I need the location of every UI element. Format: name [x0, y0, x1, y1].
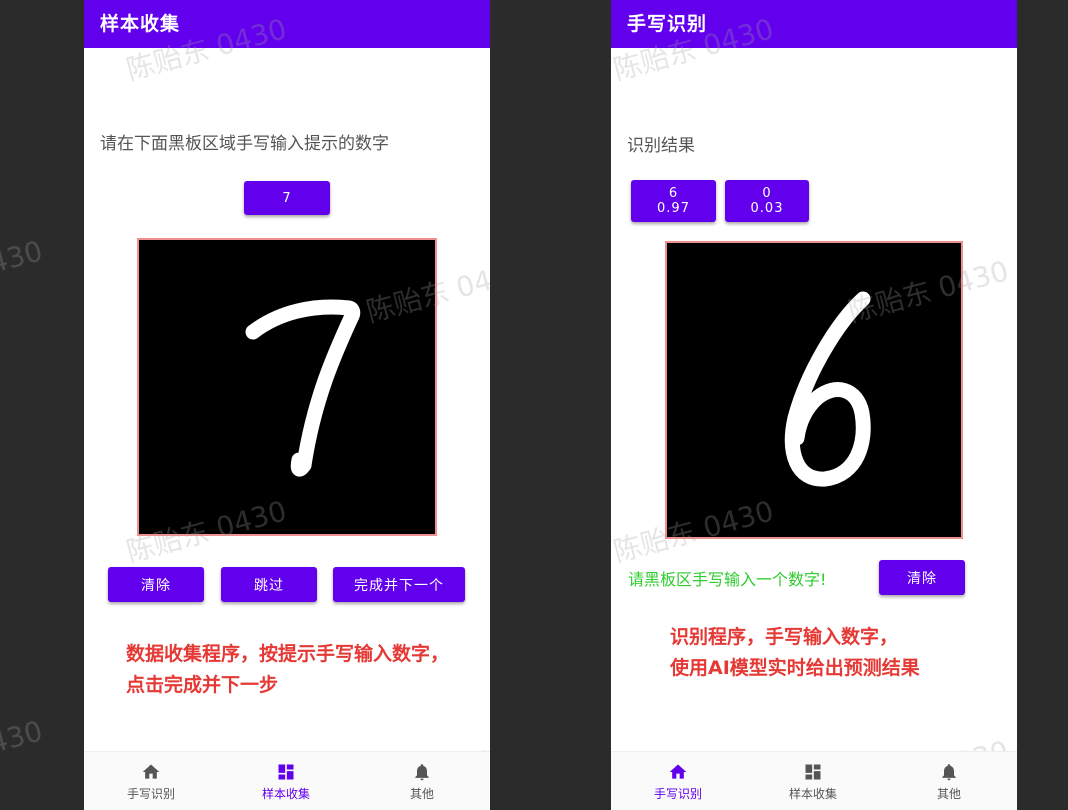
nav-tab-other[interactable]: 其他 — [899, 762, 999, 802]
clear-button[interactable]: 清除 — [108, 567, 204, 602]
annotation: 识别程序，手写输入数字， 使用AI模型实时给出预测结果 — [670, 622, 920, 684]
bottom-navigation: 手写识别 样本收集 其他 — [84, 751, 490, 810]
recognition-screen: 手写识别 识别结果 6 0.97 0 0.03 请黑板区手写输入一个数字! 清除… — [611, 0, 1017, 810]
nav-label: 手写识别 — [653, 787, 702, 801]
nav-tab-other[interactable]: 其他 — [372, 762, 472, 802]
skip-button-label: 跳过 — [254, 577, 284, 594]
result-chip: 0 0.03 — [725, 180, 809, 222]
page-title: 手写识别 — [627, 13, 708, 35]
annotation-line: 识别程序，手写输入数字， — [670, 626, 899, 648]
bottom-navigation: 手写识别 样本收集 其他 — [611, 751, 1017, 810]
annotation-line: 点击完成并下一步 — [126, 674, 279, 696]
skip-button[interactable]: 跳过 — [221, 567, 317, 602]
bell-icon — [942, 764, 956, 781]
result-label: 识别结果 — [627, 136, 695, 156]
handwritten-digit-7 — [245, 299, 361, 477]
app-bar: 手写识别 — [611, 0, 1017, 48]
watermark: 陈贻东 0430 — [0, 714, 47, 788]
result-probability: 0.97 — [657, 201, 690, 216]
clear-button-label: 清除 — [907, 570, 937, 587]
nav-label: 样本收集 — [261, 787, 310, 801]
nav-label: 其他 — [936, 787, 961, 801]
drawing-board[interactable] — [665, 241, 963, 539]
dashboard-icon — [805, 764, 821, 780]
result-digit: 0 — [762, 186, 772, 201]
target-digit-label: 7 — [282, 190, 292, 206]
nav-label: 手写识别 — [126, 787, 175, 801]
sample-collection-screen: 样本收集 请在下面黑板区域手写输入提示的数字 7 清除 跳过 完成并下一个 数据… — [84, 0, 490, 810]
done-next-button[interactable]: 完成并下一个 — [333, 567, 465, 602]
nav-tab-recognize[interactable]: 手写识别 — [101, 762, 201, 802]
target-digit-chip: 7 — [244, 181, 330, 215]
annotation: 数据收集程序，按提示手写输入数字， 点击完成并下一步 — [126, 639, 449, 701]
clear-button[interactable]: 清除 — [879, 560, 965, 595]
nav-tab-collect[interactable]: 样本收集 — [236, 762, 336, 802]
nav-tab-recognize[interactable]: 手写识别 — [628, 762, 728, 802]
dashboard-icon — [278, 764, 294, 780]
home-icon — [142, 764, 160, 779]
result-chip: 6 0.97 — [631, 180, 716, 222]
drawing-board[interactable] — [137, 238, 437, 536]
nav-tab-collect[interactable]: 样本收集 — [763, 762, 863, 802]
watermark: 陈贻东 0430 — [0, 234, 47, 308]
result-probability: 0.03 — [750, 201, 784, 216]
home-icon — [669, 764, 687, 779]
nav-label: 其他 — [409, 787, 434, 801]
handwritten-digit-6 — [784, 291, 871, 487]
input-hint: 请黑板区手写输入一个数字! — [628, 570, 827, 589]
nav-label: 样本收集 — [788, 787, 837, 801]
annotation-line: 数据收集程序，按提示手写输入数字， — [126, 643, 450, 665]
bell-icon — [415, 764, 429, 781]
instruction-text: 请在下面黑板区域手写输入提示的数字 — [100, 134, 389, 154]
page-title: 样本收集 — [100, 13, 181, 35]
done-next-button-label: 完成并下一个 — [354, 577, 444, 594]
annotation-line: 使用AI模型实时给出预测结果 — [670, 657, 920, 679]
app-bar: 样本收集 — [84, 0, 490, 48]
clear-button-label: 清除 — [141, 577, 171, 594]
result-digit: 6 — [668, 186, 679, 201]
